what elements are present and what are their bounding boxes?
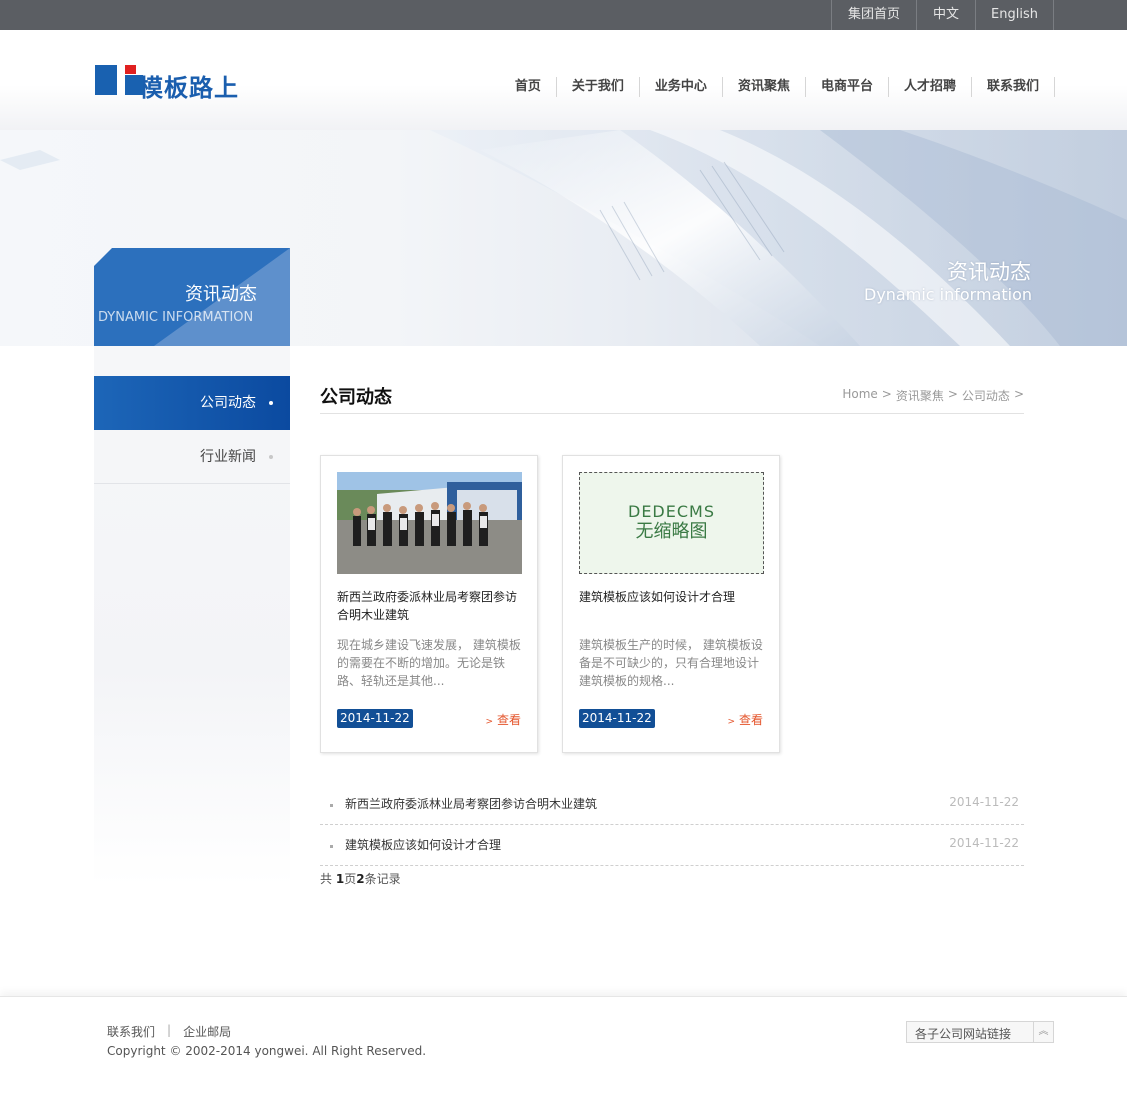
header: 模板路上 首页 关于我们 业务中心 资讯聚焦 电商平台 人才招聘 联系我们: [0, 30, 1127, 130]
view-more-link[interactable]: > 查看: [485, 711, 521, 728]
nav-home[interactable]: 首页: [500, 77, 557, 97]
no-thumbnail-placeholder: DEDECMS 无缩略图: [579, 472, 764, 574]
chevron-right-icon: >: [727, 717, 735, 727]
nav-news[interactable]: 资讯聚焦: [723, 77, 806, 97]
top-bar: 集团首页 中文 English: [0, 0, 1127, 30]
news-card-thumbnail[interactable]: [337, 472, 522, 574]
breadcrumb-separator: >: [881, 387, 892, 401]
group-photo-image: [337, 472, 522, 574]
news-card-title[interactable]: 建筑模板应该如何设计才合理: [579, 588, 765, 606]
news-list: 新西兰政府委派林业局考察团参访合明木业建筑 2014-11-22 建筑模板应该如…: [320, 784, 1024, 866]
nav-careers[interactable]: 人才招聘: [889, 77, 972, 97]
view-more-link[interactable]: > 查看: [727, 711, 763, 728]
news-card[interactable]: 新西兰政府委派林业局考察团参访合明木业建筑 现在城乡建设飞速发展， 建筑模板 的…: [320, 455, 538, 753]
banner-title-cn: 资讯动态: [947, 260, 1031, 284]
sidebar-heading: 资讯动态 DYNAMIC INFORMATION: [94, 248, 290, 346]
footer-links: 联系我们 | 企业邮局: [107, 1023, 231, 1040]
banner-title-en: Dynamic information: [864, 285, 1032, 304]
breadcrumb: Home > 资讯聚焦 > 公司动态 >: [842, 387, 1024, 404]
list-item-date: 2014-11-22: [949, 836, 1019, 850]
main-content: 公司动态 Home > 资讯聚焦 > 公司动态 > 新西兰政府委派林业局考察团参…: [290, 346, 1054, 906]
sidebar-item-label: 公司动态: [200, 395, 256, 411]
bullet-dot-icon: [330, 804, 333, 807]
no-thumbnail-line2: 无缩略图: [635, 521, 708, 542]
top-links: 集团首页 中文 English: [831, 0, 1054, 30]
no-thumbnail-line1: DEDECMS: [628, 502, 715, 521]
nav-about[interactable]: 关于我们: [557, 77, 640, 97]
sidebar-heading-en: DYNAMIC INFORMATION: [98, 310, 254, 325]
pagination-info: 共 1页2条记录: [320, 872, 401, 886]
copyright: Copyright © 2002-2014 yongwei. All Right…: [107, 1044, 427, 1058]
page-title: 公司动态: [320, 387, 392, 408]
sidebar-heading-cn: 资讯动态: [185, 284, 257, 305]
list-item-title[interactable]: 新西兰政府委派林业局考察团参访合明木业建筑: [345, 795, 597, 812]
sidebar-item-label: 行业新闻: [200, 449, 256, 465]
sidebar-item-industry-news[interactable]: 行业新闻: [94, 430, 290, 484]
news-card-description: 现在城乡建设飞速发展， 建筑模板 的需要在不断的增加。无论是铁路、轻轨还是其他.…: [337, 638, 521, 688]
footer-mail-link[interactable]: 企业邮局: [183, 1023, 231, 1040]
logo-mark-icon: [95, 65, 143, 95]
logo[interactable]: 模板路上: [95, 65, 239, 103]
english-lang-link[interactable]: English: [975, 0, 1054, 30]
breadcrumb-home[interactable]: Home: [842, 387, 877, 404]
footer-separator: |: [167, 1023, 172, 1037]
chevron-up-icon[interactable]: ︽: [1033, 1022, 1053, 1042]
chinese-lang-link[interactable]: 中文: [916, 0, 975, 30]
list-item[interactable]: 建筑模板应该如何设计才合理 2014-11-22: [320, 825, 1024, 866]
breadcrumb-news[interactable]: 资讯聚焦: [896, 387, 944, 404]
news-card-description: 建筑模板生产的时候， 建筑模板设备是不可缺少的，只有合理地设计建筑模板的规格..…: [579, 638, 763, 688]
sidebar: 公司动态 行业新闻: [94, 346, 290, 886]
subsidiary-links-select[interactable]: 各子公司网站链接 ︽: [906, 1021, 1054, 1043]
list-item-date: 2014-11-22: [949, 795, 1019, 809]
bullet-dot-icon: [269, 455, 273, 459]
footer-contact-link[interactable]: 联系我们: [107, 1023, 155, 1040]
footer: 联系我们 | 企业邮局 Copyright © 2002-2014 yongwe…: [0, 996, 1127, 1094]
bullet-dot-icon: [269, 401, 273, 405]
breadcrumb-company-news[interactable]: 公司动态: [962, 387, 1010, 404]
nav-ecommerce[interactable]: 电商平台: [806, 77, 889, 97]
news-card[interactable]: DEDECMS 无缩略图 建筑模板应该如何设计才合理 建筑模板生产的时候， 建筑…: [562, 455, 780, 753]
news-card-thumbnail[interactable]: DEDECMS 无缩略图: [579, 472, 764, 574]
sidebar-item-company-news[interactable]: 公司动态: [94, 376, 290, 430]
list-item-title[interactable]: 建筑模板应该如何设计才合理: [345, 836, 501, 853]
nav-business[interactable]: 业务中心: [640, 77, 723, 97]
group-home-link[interactable]: 集团首页: [831, 0, 916, 30]
breadcrumb-separator: >: [947, 387, 958, 401]
view-more-label: 查看: [738, 713, 763, 727]
news-card-title[interactable]: 新西兰政府委派林业局考察团参访合明木业建筑: [337, 588, 523, 624]
logo-text: 模板路上: [139, 74, 239, 102]
view-more-label: 查看: [496, 713, 521, 727]
breadcrumb-separator: >: [1013, 387, 1024, 401]
chevron-right-icon: >: [485, 717, 493, 727]
bullet-dot-icon: [330, 845, 333, 848]
main-nav: 首页 关于我们 业务中心 资讯聚焦 电商平台 人才招聘 联系我们: [500, 77, 1055, 97]
news-card-date: 2014-11-22: [579, 709, 655, 728]
subsidiary-links-label: 各子公司网站链接: [915, 1027, 1012, 1041]
nav-contact[interactable]: 联系我们: [972, 77, 1055, 97]
title-divider: [320, 413, 1024, 414]
news-card-date: 2014-11-22: [337, 709, 413, 728]
list-item[interactable]: 新西兰政府委派林业局考察团参访合明木业建筑 2014-11-22: [320, 784, 1024, 825]
